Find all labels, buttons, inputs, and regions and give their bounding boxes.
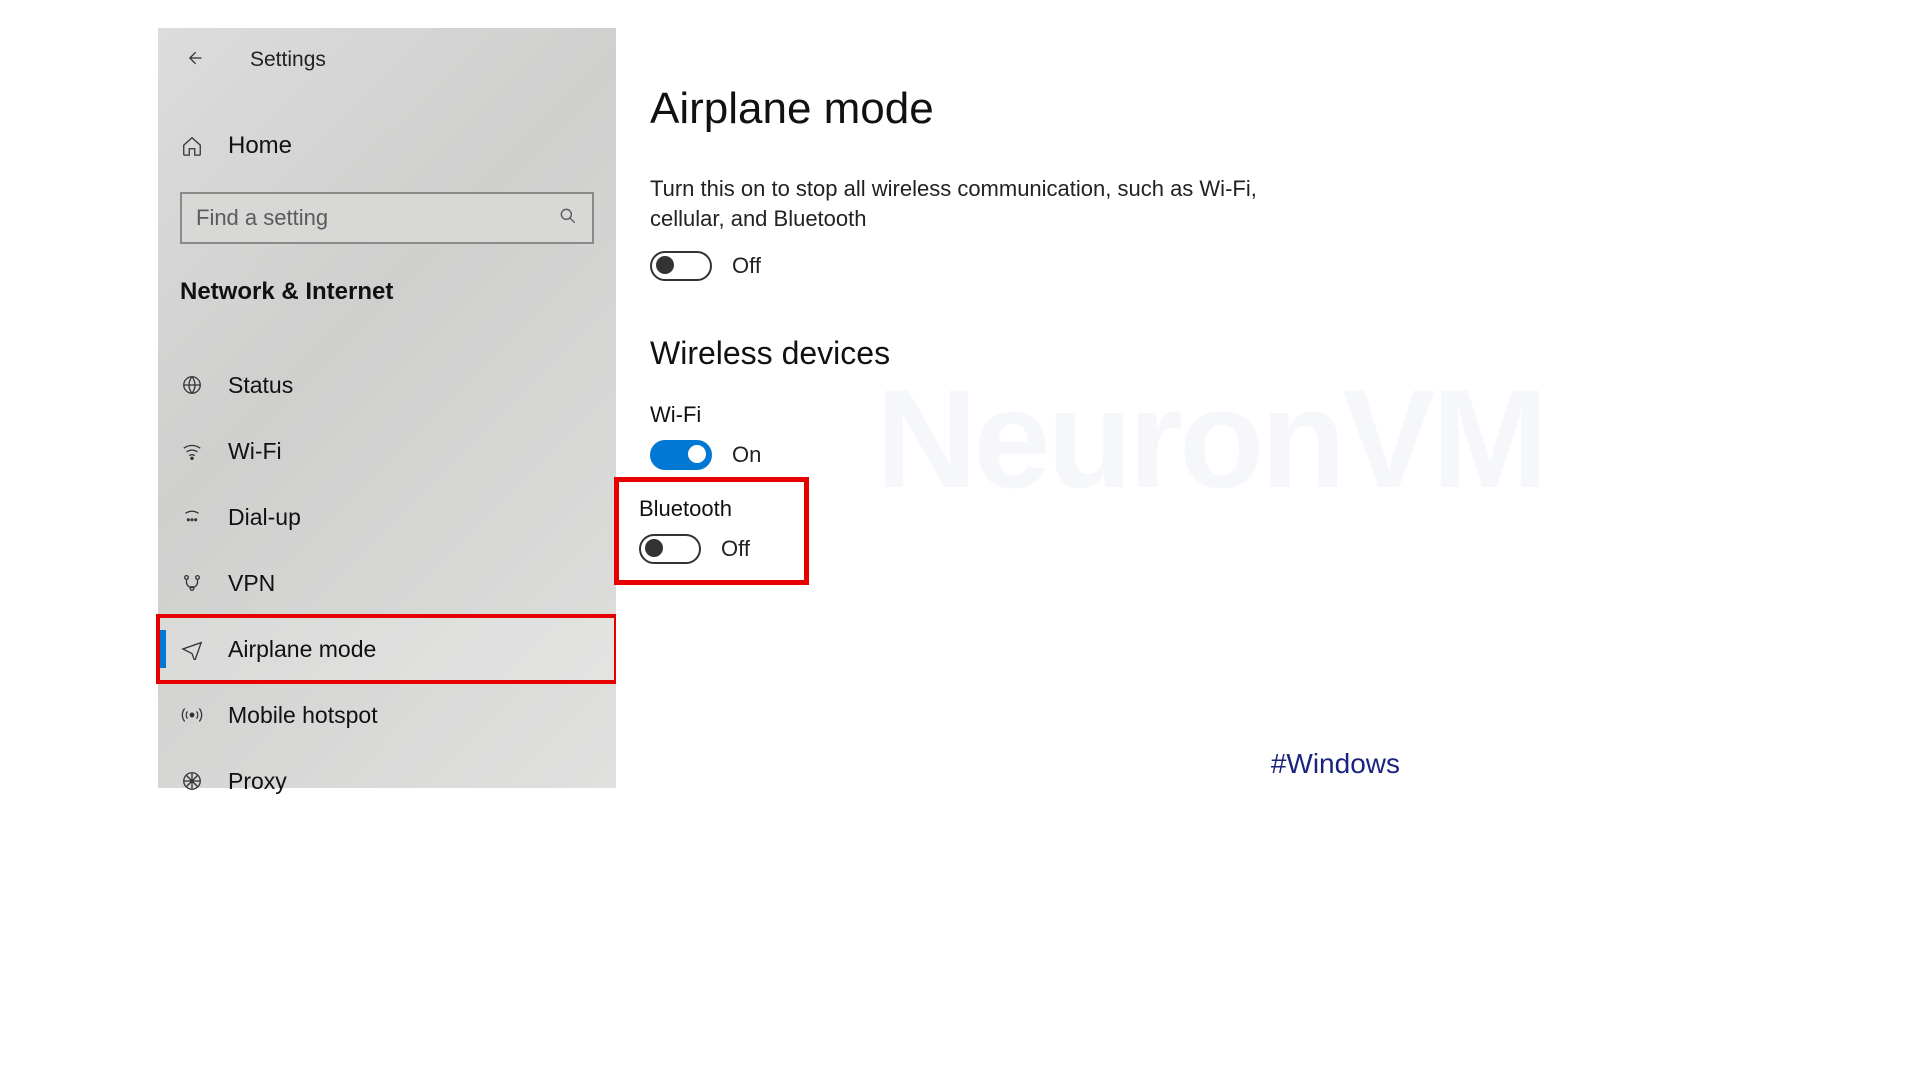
nav-label: Mobile hotspot — [228, 702, 378, 729]
search-input[interactable] — [196, 205, 521, 231]
nav-item-status[interactable]: Status — [158, 352, 616, 418]
toggle-knob — [645, 539, 663, 557]
airplane-toggle-label: Off — [732, 253, 761, 279]
content-pane: NeuronVM Airplane mode Turn this on to s… — [616, 28, 1438, 788]
settings-window: Settings Home Network & Internet Stat — [158, 28, 1438, 788]
hotspot-icon — [180, 703, 204, 727]
dialup-icon — [180, 505, 204, 529]
nav-item-wifi[interactable]: Wi-Fi — [158, 418, 616, 484]
settings-title: Settings — [250, 48, 326, 72]
page-description: Turn this on to stop all wireless commun… — [650, 174, 1290, 233]
bluetooth-label: Bluetooth — [639, 496, 750, 522]
nav-label: Dial-up — [228, 504, 301, 531]
wifi-block: Wi-Fi On — [650, 402, 1398, 470]
nav-item-hotspot[interactable]: Mobile hotspot — [158, 682, 616, 748]
nav-item-vpn[interactable]: VPN — [158, 550, 616, 616]
wifi-icon — [180, 439, 204, 463]
search-container — [180, 192, 594, 244]
bluetooth-toggle-label: Off — [721, 536, 750, 562]
airplane-icon — [180, 637, 204, 661]
back-button[interactable] — [182, 48, 206, 72]
page-title: Airplane mode — [650, 84, 1398, 134]
wireless-devices-title: Wireless devices — [650, 335, 1398, 372]
toggle-knob — [656, 256, 674, 274]
nav-item-airplane[interactable]: Airplane mode — [158, 616, 616, 682]
home-label: Home — [228, 132, 292, 160]
nav-item-dialup[interactable]: Dial-up — [158, 484, 616, 550]
category-title: Network & Internet — [180, 278, 616, 306]
vpn-icon — [180, 571, 204, 595]
sidebar-header: Settings — [158, 36, 616, 84]
nav-list: Status Wi-Fi Dial-up VPN — [158, 352, 616, 814]
nav-label: Status — [228, 372, 293, 399]
nav-item-proxy[interactable]: Proxy — [158, 748, 616, 814]
sidebar: Settings Home Network & Internet Stat — [158, 28, 616, 788]
wifi-label: Wi-Fi — [650, 402, 1398, 428]
airplane-toggle[interactable] — [650, 251, 712, 281]
home-icon — [180, 134, 204, 158]
airplane-toggle-row: Off — [650, 251, 1398, 281]
bluetooth-highlight-box: Bluetooth Off — [619, 482, 804, 580]
proxy-icon — [180, 769, 204, 793]
status-icon — [180, 373, 204, 397]
wifi-toggle-row: On — [650, 440, 1398, 470]
wifi-toggle[interactable] — [650, 440, 712, 470]
selection-indicator — [160, 630, 166, 668]
search-box[interactable] — [180, 192, 594, 244]
bluetooth-toggle[interactable] — [639, 534, 701, 564]
bluetooth-block: Bluetooth Off — [639, 496, 750, 564]
arrow-left-icon — [184, 48, 204, 73]
bluetooth-toggle-row: Off — [639, 534, 750, 564]
home-button[interactable]: Home — [158, 118, 616, 174]
nav-label: Proxy — [228, 768, 287, 795]
search-icon — [558, 206, 578, 231]
nav-label: Wi-Fi — [228, 438, 282, 465]
toggle-knob — [688, 445, 706, 463]
hashtag-annotation: #Windows — [1271, 748, 1400, 780]
nav-label: VPN — [228, 570, 275, 597]
wifi-toggle-label: On — [732, 442, 761, 468]
nav-label: Airplane mode — [228, 636, 376, 663]
